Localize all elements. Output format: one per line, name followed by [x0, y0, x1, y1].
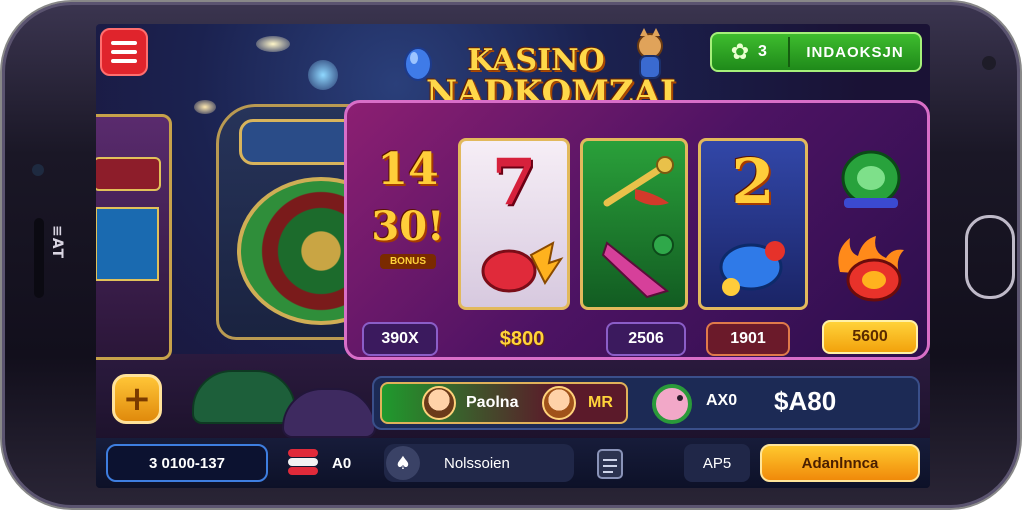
reel-value-1: 390X	[362, 322, 438, 356]
reel-chips	[816, 138, 926, 310]
bonus-small-label: BONUS	[380, 254, 436, 269]
bonus-number-2: 30!	[371, 203, 445, 250]
avatar	[422, 386, 456, 420]
reel-value-5: 5600	[822, 320, 918, 354]
party-horn-icon	[601, 234, 674, 299]
balance-value: 3 0100-137	[149, 454, 225, 472]
top-pill-label: INDAOKSJN	[806, 43, 904, 61]
golden-key-icon	[603, 156, 674, 207]
spade-icon: ♠	[386, 446, 420, 480]
cherry-chip-icon	[481, 241, 564, 293]
ceiling-light	[256, 36, 290, 52]
ceiling-light	[308, 60, 338, 90]
player-card[interactable]: Paolna MR	[380, 382, 628, 424]
poker-chip-icon	[841, 150, 901, 208]
fire-coin-icon	[838, 236, 904, 302]
balance-field[interactable]: 3 0100-137	[106, 444, 268, 482]
reel-value-3: 2506	[606, 322, 686, 356]
front-camera	[32, 164, 44, 176]
bonus-reel: 14 30! BONUS	[366, 144, 450, 304]
chips-group[interactable]: A0	[286, 444, 366, 482]
avatar	[542, 386, 576, 420]
slot-machine-background	[96, 114, 172, 360]
logo-line-1: KASINO	[467, 43, 605, 78]
balloon-icon	[404, 47, 432, 81]
player-tag: MR	[588, 394, 613, 411]
top-pill-count: 3	[758, 43, 767, 60]
casino-chips-icon	[288, 449, 318, 475]
blue-balloon-icon	[719, 241, 785, 296]
hamburger-menu-icon	[111, 41, 137, 45]
reel-seven: 7	[458, 138, 570, 310]
add-button[interactable]: +	[112, 374, 162, 424]
menu-button[interactable]	[100, 28, 148, 76]
reel-green	[580, 138, 688, 310]
mascot-icon	[637, 28, 663, 79]
two-symbol: 2	[731, 145, 775, 218]
win-amount: $A80	[774, 386, 837, 416]
reel-value-2: $800	[499, 327, 545, 350]
gear-icon: ✿	[730, 39, 750, 65]
mission-field[interactable]: ♠ Nolssoien	[384, 444, 574, 482]
seven-symbol: 7	[491, 145, 537, 220]
advance-button-label: Adanlnnca	[801, 454, 879, 472]
bonus-number-1: 14	[377, 144, 439, 195]
multiplier-label: AX0	[706, 392, 738, 409]
mission-label: Nolssoien	[444, 454, 510, 472]
home-button[interactable]	[965, 215, 1015, 299]
clipboard-icon	[597, 449, 623, 479]
winner-row: Paolna MR AX0 $A80	[372, 376, 920, 430]
plus-icon: +	[122, 379, 152, 419]
brand-mark: ≡AT	[49, 224, 66, 260]
ap-field[interactable]: AP5	[684, 444, 750, 482]
ap-label: AP5	[702, 454, 732, 472]
clipboard-button[interactable]	[590, 444, 630, 482]
ceiling-light	[194, 100, 216, 114]
reel-value-4: 1901	[706, 322, 790, 356]
reel-blue: 2	[698, 138, 808, 310]
advance-button[interactable]: Adanlnnca	[760, 444, 920, 482]
bar-stool	[192, 370, 296, 424]
bottom-bar: 3 0100-137 A0 ♠ Nolssoien AP5 Adanlnnca	[96, 438, 930, 488]
player-name: Paolna	[466, 394, 519, 411]
top-status-pill[interactable]: ✿ 3 INDAOKSJN	[710, 32, 922, 72]
piggy-bank-icon	[652, 384, 692, 424]
game-screen: KASINO NADKOMZAI ✿ 3 INDAOKSJN 14 30! BO…	[96, 24, 930, 488]
sensor-dot	[982, 56, 996, 70]
speaker-grille	[34, 218, 44, 298]
chips-label: A0	[332, 454, 352, 472]
